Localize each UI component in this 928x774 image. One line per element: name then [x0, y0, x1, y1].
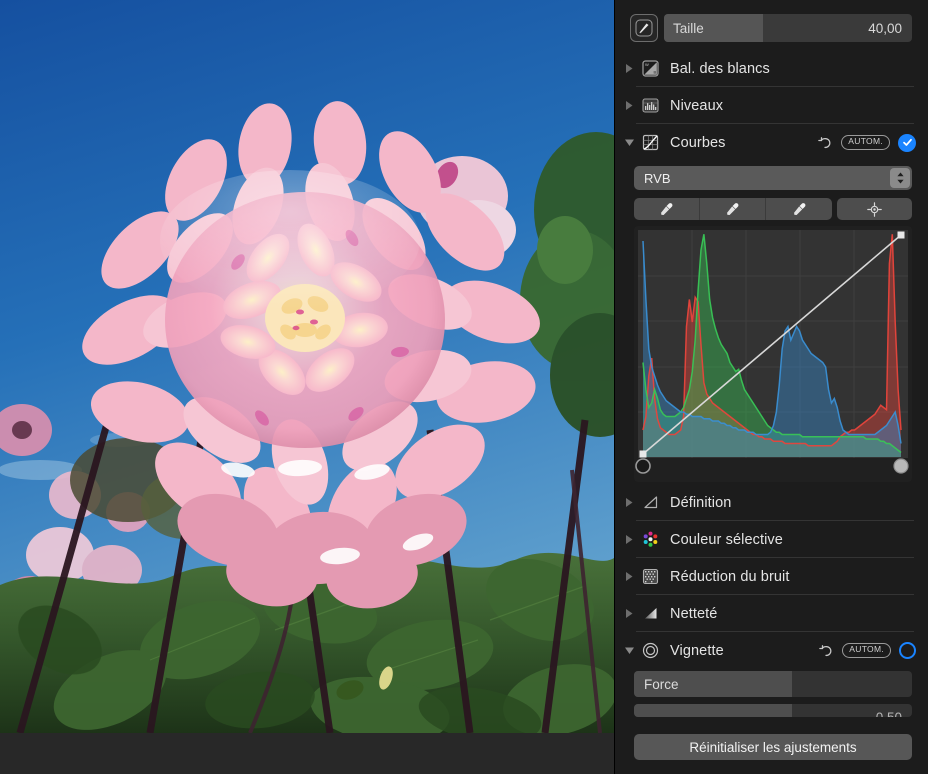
section-title: Netteté [670, 605, 718, 622]
section-controls-courbes: AUTOM. [817, 124, 916, 161]
reset-adjustments-button[interactable]: Réinitialiser les ajustements [634, 734, 912, 760]
chevron-right-icon[interactable] [620, 571, 638, 582]
section-balance-des-blancs: W B Bal. des blancs [614, 50, 928, 87]
section-title: Réduction du bruit [670, 568, 790, 585]
section-controls-vignette: AUTOM. [818, 632, 916, 669]
brush-size-label: Taille [673, 20, 704, 36]
section-header-vignette[interactable]: Vignette AUTOM. [614, 632, 928, 669]
white-point-eyedropper[interactable] [766, 198, 832, 220]
vignette-icon [640, 641, 660, 661]
brush-size-value: 40,00 [868, 20, 902, 36]
section-title: Vignette [670, 642, 724, 659]
curves-picker-toolbar [634, 198, 912, 220]
brush-icon[interactable] [630, 14, 658, 42]
chevron-right-icon[interactable] [620, 497, 638, 508]
curves-icon [640, 133, 660, 153]
svg-text:W: W [645, 62, 649, 67]
target-point-tool[interactable] [837, 198, 912, 220]
section-header-reduction-du-bruit[interactable]: Réduction du bruit [614, 558, 928, 595]
undo-icon[interactable] [817, 135, 833, 151]
vignette-radius-value: 0,50 [875, 709, 902, 718]
chevron-right-icon[interactable] [620, 100, 638, 111]
gray-point-eyedropper[interactable] [700, 198, 766, 220]
svg-text:B: B [653, 70, 656, 75]
section-enabled-checkbox[interactable] [898, 133, 916, 152]
section-title: Niveaux [670, 97, 724, 114]
section-header-niveaux[interactable]: Niveaux [614, 87, 928, 124]
vignette-radius-fill [634, 704, 793, 717]
auto-button[interactable]: AUTOM. [841, 135, 890, 150]
brush-size-row: Taille 40,00 [630, 14, 912, 42]
chevron-right-icon[interactable] [620, 534, 638, 545]
photo-viewer[interactable] [0, 0, 614, 774]
chevron-right-icon[interactable] [620, 63, 638, 74]
noise-reduction-icon [640, 567, 660, 587]
section-reduction-du-bruit: Réduction du bruit [614, 558, 928, 595]
section-title: Courbes [670, 134, 726, 151]
section-header-couleur-selective[interactable]: Couleur sélective [614, 521, 928, 558]
sharpness-icon [640, 604, 660, 624]
auto-button[interactable]: AUTOM. [842, 643, 891, 658]
white-balance-icon: W B [640, 59, 660, 79]
section-definition: Définition [614, 484, 928, 521]
photo-editor-window: Taille 40,00 W B Bal. des blancs Niveaux… [0, 0, 928, 774]
chevron-down-icon[interactable] [620, 138, 638, 147]
section-title: Couleur sélective [670, 531, 783, 548]
curves-graph[interactable] [634, 226, 912, 482]
black-point-handle [635, 458, 651, 474]
levels-icon [640, 96, 660, 116]
undo-icon[interactable] [818, 643, 834, 659]
section-enabled-checkbox[interactable] [899, 642, 916, 659]
chevron-updown-icon[interactable] [890, 168, 910, 188]
section-vignette: Vignette AUTOM. [614, 632, 928, 669]
vignette-force-label: Force [644, 676, 679, 692]
section-couleur-selective: Couleur sélective [614, 521, 928, 558]
adjustments-inspector: Taille 40,00 W B Bal. des blancs Niveaux… [614, 0, 928, 774]
section-header-balance-des-blancs[interactable]: W B Bal. des blancs [614, 50, 928, 87]
vignette-force-slider[interactable]: Force [634, 671, 912, 697]
chevron-down-icon[interactable] [620, 646, 638, 655]
photo-canvas[interactable] [0, 0, 614, 733]
vignette-radius-slider[interactable]: 0,50 [634, 704, 912, 717]
selective-color-icon [640, 530, 660, 550]
section-header-definition[interactable]: Définition [614, 484, 928, 521]
section-header-nettete[interactable]: Netteté [614, 595, 928, 632]
definition-icon [640, 493, 660, 513]
section-niveaux: Niveaux [614, 87, 928, 124]
curves-channel-popup[interactable]: RVB [634, 166, 912, 190]
viewer-matte [0, 733, 614, 774]
brush-size-slider[interactable]: Taille 40,00 [664, 14, 912, 42]
chevron-right-icon[interactable] [620, 608, 638, 619]
eyedropper-segment [634, 198, 832, 220]
section-courbes: Courbes AUTOM. [614, 124, 928, 161]
section-nettete: Netteté [614, 595, 928, 632]
section-title: Bal. des blancs [670, 60, 770, 77]
section-header-courbes[interactable]: Courbes AUTOM. [614, 124, 928, 161]
section-title: Définition [670, 494, 732, 511]
curves-channel-value: RVB [644, 170, 671, 186]
white-point-handle [893, 458, 909, 474]
black-point-eyedropper[interactable] [634, 198, 700, 220]
